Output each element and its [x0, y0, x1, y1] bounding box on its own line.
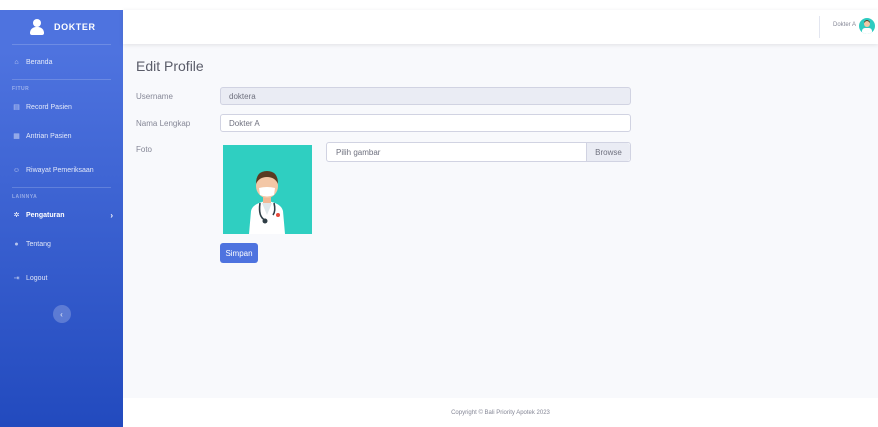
- sidebar-item-label: Tentang: [26, 240, 51, 248]
- photo-file-input[interactable]: Pilih gambar Browse: [326, 142, 631, 162]
- sidebar-item-tentang[interactable]: ● Tentang: [0, 227, 123, 261]
- sidebar-item-pengaturan[interactable]: ✲ Pengaturan ›: [0, 203, 123, 227]
- sidebar-item-label: Record Pasien: [26, 103, 72, 111]
- sidebar-divider: [12, 187, 111, 188]
- browse-button[interactable]: Browse: [586, 143, 630, 161]
- sidebar-heading-fitur: FITUR: [12, 86, 30, 92]
- sidebar-divider: [12, 79, 111, 80]
- home-icon: ⌂: [14, 58, 19, 66]
- username-label: Username: [136, 92, 173, 101]
- sidebar-toggle-button[interactable]: ‹: [52, 305, 71, 323]
- chevron-right-icon: ›: [110, 210, 113, 220]
- topbar: Dokter A: [123, 10, 878, 44]
- main-content: Edit Profile Username doktera Nama Lengk…: [123, 44, 878, 398]
- sidebar-item-label: Beranda: [26, 58, 53, 66]
- photo-label: Foto: [136, 145, 153, 154]
- sidebar-item-logout[interactable]: ⇥ Logout: [0, 261, 123, 295]
- copyright-text: Copyright © Bali Priority Apotek 2023: [451, 409, 550, 416]
- sidebar-item-label: Riwayat Pemeriksaan: [26, 166, 94, 174]
- sidebar-item-label: Antrian Pasien: [26, 132, 72, 140]
- page-title: Edit Profile: [136, 58, 204, 74]
- brand-name: DOKTER: [54, 22, 96, 32]
- top-strip: [0, 0, 878, 10]
- username-field[interactable]: doktera: [220, 87, 631, 105]
- sidebar-item-label: Logout: [26, 274, 48, 282]
- topbar-divider: [819, 16, 820, 38]
- avatar[interactable]: [859, 18, 875, 34]
- footer: Copyright © Bali Priority Apotek 2023: [123, 398, 878, 427]
- save-button[interactable]: Simpan: [220, 243, 258, 263]
- sidebar-heading-lainnya: LAINNYA: [12, 194, 38, 200]
- sidebar: DOKTER ⌂ Beranda FITUR ▤ Record Pasien ▦…: [0, 10, 123, 427]
- file-placeholder: Pilih gambar: [336, 148, 381, 157]
- user-history-icon: ☺: [12, 166, 21, 174]
- table-icon: ▤: [13, 104, 20, 111]
- fullname-label: Nama Lengkap: [136, 119, 191, 128]
- info-icon: ●: [14, 240, 19, 248]
- gear-icon: ✲: [13, 212, 20, 219]
- sidebar-item-antrian-pasien[interactable]: ▦ Antrian Pasien: [0, 119, 123, 153]
- sidebar-brand[interactable]: DOKTER: [0, 10, 123, 44]
- profile-photo: [223, 145, 312, 234]
- sidebar-item-label: Pengaturan: [26, 211, 65, 219]
- user-name[interactable]: Dokter A: [833, 22, 856, 28]
- sidebar-item-riwayat-pemeriksaan[interactable]: ☺ Riwayat Pemeriksaan: [0, 153, 123, 187]
- sign-out-icon: ⇥: [13, 275, 20, 282]
- list-icon: ▦: [13, 133, 20, 140]
- sidebar-item-beranda[interactable]: ⌂ Beranda: [0, 45, 123, 79]
- user-md-icon: [30, 19, 44, 35]
- sidebar-item-record-pasien[interactable]: ▤ Record Pasien: [0, 95, 123, 119]
- fullname-field[interactable]: Dokter A: [220, 114, 631, 132]
